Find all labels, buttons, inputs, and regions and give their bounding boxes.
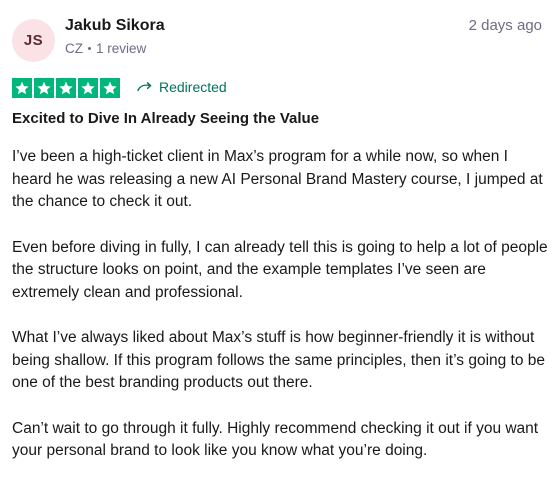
- avatar-initials: JS: [23, 32, 44, 49]
- review-paragraph: I’ve been a high-ticket client in Max’s …: [12, 148, 543, 210]
- redirect-arrow-icon: [137, 82, 152, 92]
- review-title[interactable]: Excited to Dive In Already Seeing the Va…: [12, 110, 319, 127]
- review-card: JS Jakub Sikora CZ 1 review 2 days ago R…: [0, 0, 559, 468]
- reviewer-meta: CZ 1 review: [65, 41, 146, 56]
- separator-dot: [88, 47, 91, 50]
- review-paragraph: Can’t wait to go through it fully. Highl…: [12, 419, 539, 460]
- review-body: I’ve been a high-ticket client in Max’s …: [12, 146, 548, 486]
- review-count: 1 review: [96, 41, 147, 56]
- redirected-label: Redirected: [159, 79, 227, 95]
- star-icon: [78, 78, 98, 98]
- star-icon: [34, 78, 54, 98]
- star-rating: [12, 78, 120, 98]
- star-icon: [56, 78, 76, 98]
- star-icon: [100, 78, 120, 98]
- redirected-link[interactable]: Redirected: [137, 79, 227, 95]
- reviewer-name[interactable]: Jakub Sikora: [65, 17, 165, 35]
- review-paragraph: Even before diving in fully, I can alrea…: [12, 238, 548, 301]
- review-date: 2 days ago: [468, 17, 542, 34]
- star-icon: [12, 78, 32, 98]
- avatar[interactable]: JS: [12, 19, 55, 62]
- reviewer-country: CZ: [65, 41, 83, 56]
- review-paragraph: What I’ve always liked about Max’s stuff…: [12, 329, 546, 391]
